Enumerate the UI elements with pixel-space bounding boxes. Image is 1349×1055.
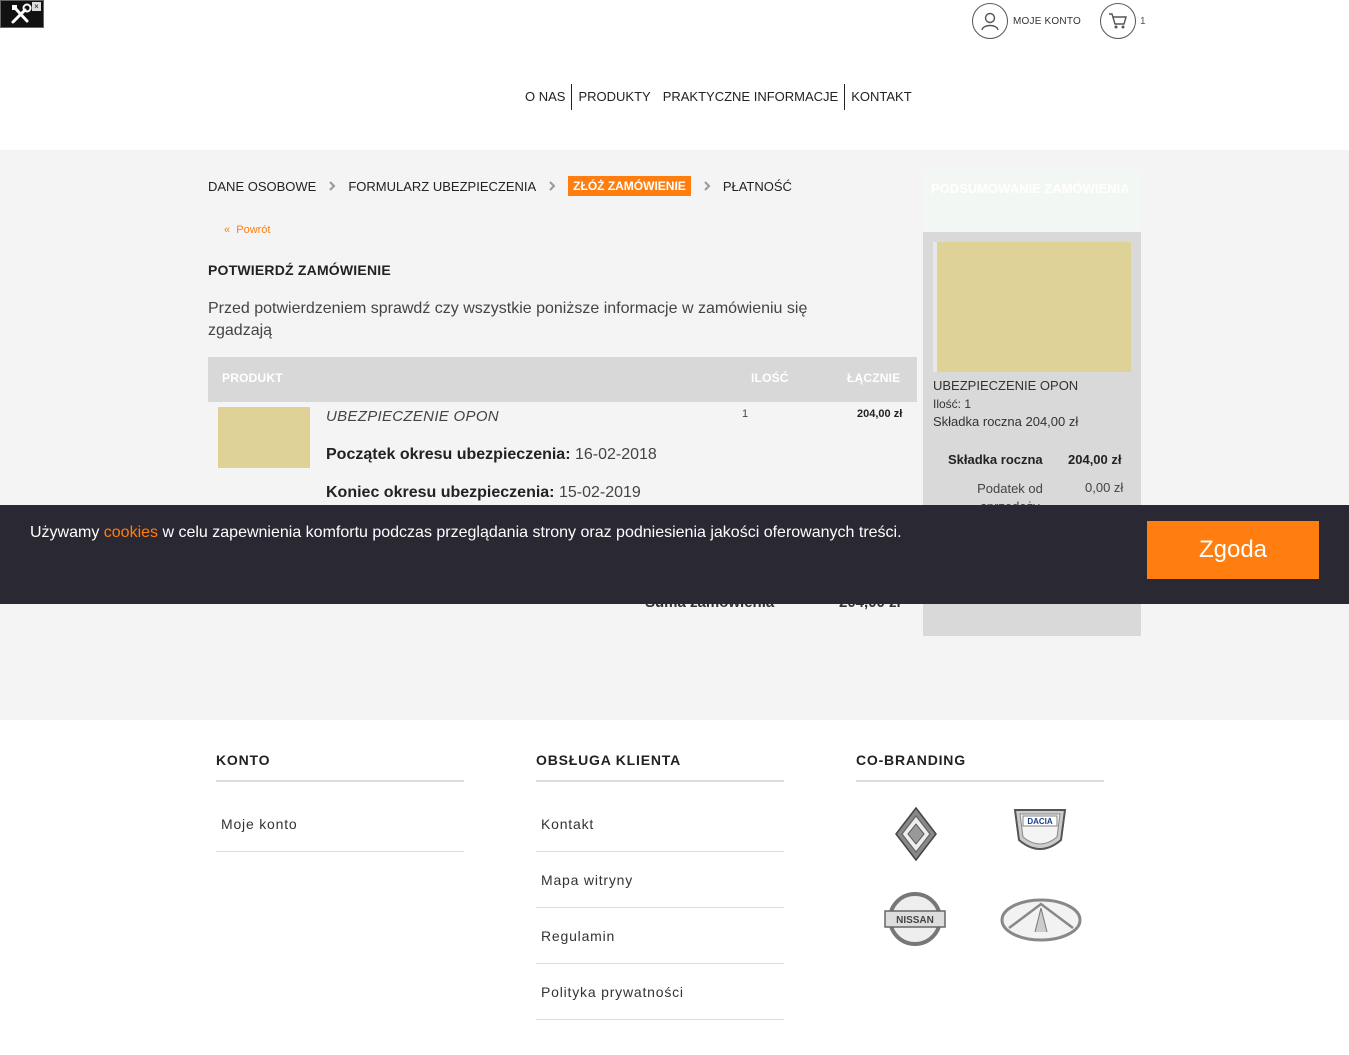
intro-text: Przed potwierdzeniem sprawdź czy wszystk…: [208, 300, 808, 339]
footer-link-regulamin[interactable]: Regulamin: [536, 908, 784, 964]
back-link[interactable]: « Powrót: [224, 224, 271, 236]
step-dane-osobowe[interactable]: DANE OSOBOWE: [208, 179, 316, 194]
close-icon[interactable]: ×: [32, 2, 41, 11]
header-ilosc: ILOŚĆ: [751, 371, 789, 385]
summary-premium-label: Składka roczna: [948, 452, 1043, 467]
footer-service-column: OBSŁUGA KLIENTA Kontakt Mapa witryny Reg…: [536, 752, 784, 1020]
page: × MOJE KONTO 1 O NAS PRODUKTY PRAKTYCZNE…: [0, 0, 1349, 1055]
footer-link-moje-konto[interactable]: Moje konto: [216, 796, 464, 852]
cookie-text: Używamy cookies w celu zapewnienia komfo…: [30, 524, 902, 542]
cookie-text-start: Używamy: [30, 524, 104, 541]
cookie-banner: Używamy cookies w celu zapewnienia komfo…: [0, 505, 1349, 604]
cookie-text-end: w celu zapewnienia komfortu podczas prze…: [158, 524, 902, 541]
start-date-value: 16-02-2018: [574, 446, 657, 463]
user-icon: [972, 3, 1008, 39]
back-label: Powrót: [236, 224, 271, 236]
summary-product-image: [933, 242, 1131, 372]
end-date-label: Koniec okresu ubezpieczenia:: [326, 484, 555, 501]
cookie-agree-button[interactable]: Zgoda: [1147, 521, 1319, 579]
main-nav: O NAS PRODUKTY PRAKTYCZNE INFORMACJE KON…: [519, 84, 918, 110]
summary-premium-line: Składka roczna 204,00 zł: [933, 414, 1079, 429]
start-date-label: Początek okresu ubezpieczenia:: [326, 446, 571, 463]
infiniti-logo[interactable]: [999, 896, 1083, 949]
summary-product-name: UBEZPIECZENIE OPON: [933, 378, 1079, 393]
nav-o-nas[interactable]: O NAS: [519, 84, 571, 110]
step-formularz[interactable]: FORMULARZ UBEZPIECZENIA: [348, 179, 536, 194]
order-summary-header: PODSUMOWANIE ZAMÓWIENIA: [923, 170, 1141, 232]
cart-icon: [1100, 3, 1136, 39]
order-table-header: PRODUKT ILOŚĆ ŁĄCZNIE: [208, 357, 917, 402]
content-area: [0, 150, 1349, 720]
product-image: [218, 407, 310, 468]
order-summary-title: PODSUMOWANIE ZAMÓWIENIA: [931, 181, 1130, 196]
nissan-wordmark: NISSAN: [896, 915, 934, 926]
cookies-link[interactable]: cookies: [104, 524, 158, 541]
product-name: UBEZPIECZENIE OPON: [326, 408, 499, 425]
chevron-right-icon: [702, 181, 712, 191]
footer-link-kontakt[interactable]: Kontakt: [536, 796, 784, 852]
tools-icon: [11, 3, 32, 24]
product-qty: 1: [742, 408, 749, 420]
page-title: POTWIERDŹ ZAMÓWIENIE: [208, 262, 391, 278]
footer-link-polityka-prywatnosci[interactable]: Polityka prywatności: [536, 964, 784, 1020]
nav-praktyczne-informacje[interactable]: PRAKTYCZNE INFORMACJE: [657, 84, 845, 110]
footer-service-heading: OBSŁUGA KLIENTA: [536, 752, 784, 782]
footer-cobranding-column: CO-BRANDING: [856, 752, 1104, 782]
summary-premium-value: 204,00 zł: [1068, 452, 1122, 467]
tools-widget[interactable]: ×: [0, 0, 44, 28]
start-date: Początek okresu ubezpieczenia: 16-02-201…: [326, 446, 657, 464]
dacia-wordmark: DACIA: [1027, 817, 1053, 826]
cart-link[interactable]: 1: [1100, 3, 1146, 39]
nissan-logo[interactable]: NISSAN: [883, 891, 947, 952]
double-chevron-left-icon: «: [224, 224, 231, 236]
dacia-logo[interactable]: DACIA: [1011, 806, 1069, 863]
chevron-right-icon: [547, 181, 557, 191]
step-platnosc: PŁATNOŚĆ: [722, 178, 792, 194]
chevron-right-icon: [327, 181, 337, 191]
footer-account-heading: KONTO: [216, 752, 464, 782]
footer-link-mapa-witryny[interactable]: Mapa witryny: [536, 852, 784, 908]
end-date: Koniec okresu ubezpieczenia: 15-02-2019: [326, 484, 641, 502]
nav-produkty[interactable]: PRODUKTY: [572, 84, 656, 110]
summary-tax-value: 0,00 zł: [1085, 480, 1124, 495]
product-total: 204,00 zł: [857, 408, 903, 420]
end-date-value: 15-02-2019: [558, 484, 641, 501]
footer-cobranding-heading: CO-BRANDING: [856, 752, 1104, 782]
account-link[interactable]: MOJE KONTO: [972, 3, 1081, 39]
checkout-steps: DANE OSOBOWE FORMULARZ UBEZPIECZENIA ZŁÓ…: [208, 175, 792, 197]
account-label: MOJE KONTO: [1013, 15, 1081, 27]
header-lacznie: ŁĄCZNIE: [847, 371, 901, 385]
step-zloz-zamowienie: ZŁÓŻ ZAMÓWIENIE: [568, 176, 691, 196]
footer-account-column: KONTO Moje konto: [216, 752, 464, 852]
renault-logo[interactable]: [893, 806, 939, 867]
nav-kontakt[interactable]: KONTAKT: [845, 84, 917, 110]
header-produkt: PRODUKT: [222, 371, 283, 385]
summary-qty: Ilość: 1: [933, 397, 972, 411]
cart-count: 1: [1140, 15, 1146, 27]
